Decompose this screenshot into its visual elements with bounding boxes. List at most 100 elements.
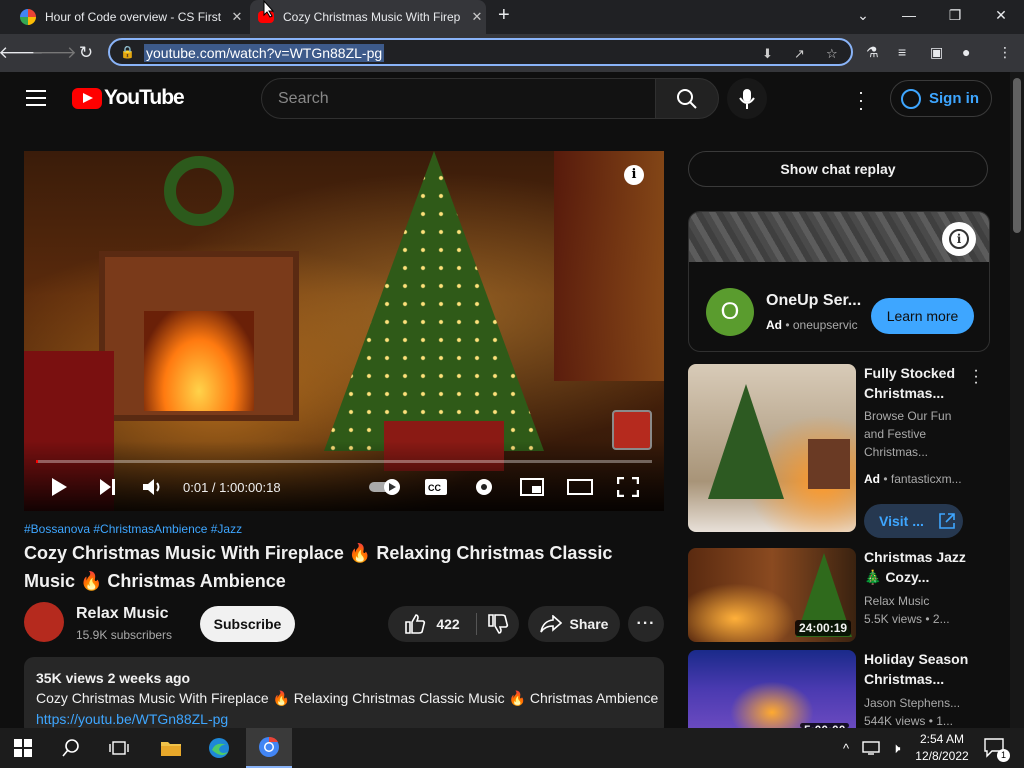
- close-window-icon[interactable]: ✕: [978, 0, 1024, 30]
- url-text[interactable]: youtube.com/watch?v=WTGn88ZL-pg: [144, 44, 385, 62]
- video-player[interactable]: [24, 151, 664, 511]
- install-icon[interactable]: ⬇: [762, 46, 773, 62]
- recommended-title[interactable]: Fully Stocked Christmas...: [864, 363, 974, 403]
- recommended-description: Browse Our Fun and Festive Christmas...: [864, 409, 952, 459]
- svg-text:CC: CC: [428, 483, 441, 493]
- reload-icon[interactable]: ↻: [75, 42, 97, 64]
- taskbar-clock[interactable]: 2:54 AM 12/8/2022: [912, 731, 972, 765]
- captions-button[interactable]: CC: [423, 474, 449, 500]
- google-icon: [20, 9, 36, 25]
- miniplayer-button[interactable]: [519, 474, 545, 500]
- more-actions-button[interactable]: ···: [628, 606, 664, 642]
- start-button[interactable]: [0, 728, 46, 768]
- subscribe-button[interactable]: Subscribe: [200, 606, 295, 642]
- tab-youtube-active[interactable]: Cozy Christmas Music With Firep ✕: [250, 0, 486, 34]
- share-page-icon[interactable]: ↗: [794, 46, 805, 62]
- back-icon[interactable]: 🡐: [0, 42, 44, 64]
- subscriber-count: 15.9K subscribers: [76, 628, 173, 642]
- new-tab-button[interactable]: +: [498, 4, 510, 27]
- channel-name[interactable]: Relax Music: [76, 605, 168, 623]
- theater-icon: [567, 479, 593, 495]
- bookmark-star-icon[interactable]: ☆: [826, 46, 838, 62]
- recommended-meta: 544K views • 1...: [864, 714, 953, 728]
- recommended-meta: 5.5K views • 2...: [864, 612, 950, 626]
- task-view-button[interactable]: [96, 728, 142, 768]
- youtube-logo-icon[interactable]: [72, 88, 102, 109]
- like-button[interactable]: 422: [388, 606, 476, 642]
- settings-more-icon[interactable]: · · ·: [855, 83, 867, 117]
- ad-info-button[interactable]: i: [942, 222, 976, 256]
- time-display: 0:01 / 1:00:00:18: [183, 480, 281, 495]
- tab-search-icon[interactable]: ⌄: [840, 0, 886, 30]
- sign-in-button[interactable]: Sign in: [890, 80, 992, 117]
- hamburger-menu-icon[interactable]: [26, 90, 46, 111]
- progress-fill: [36, 460, 38, 463]
- window: [554, 151, 664, 381]
- channel-watermark[interactable]: [612, 410, 652, 450]
- recommended-title[interactable]: Christmas Jazz 🎄 Cozy...: [864, 547, 974, 587]
- settings-button[interactable]: [471, 474, 497, 500]
- volume-tray-icon[interactable]: 🕨: [884, 728, 908, 768]
- share-icon: [539, 615, 562, 633]
- info-icon[interactable]: i: [624, 165, 644, 185]
- recommended-channel[interactable]: Jason Stephens...: [864, 694, 984, 712]
- recommended-thumbnail[interactable]: [688, 364, 856, 532]
- item-menu-icon[interactable]: · · ·: [970, 363, 982, 391]
- recommended-title[interactable]: Holiday Season Christmas...: [864, 649, 974, 689]
- dislike-button[interactable]: [477, 606, 519, 642]
- lock-icon[interactable]: 🔒: [120, 45, 135, 59]
- learn-more-button[interactable]: Learn more: [871, 298, 974, 334]
- tab-cs-first[interactable]: Hour of Code overview - CS First ✕: [10, 0, 246, 34]
- forward-icon[interactable]: 🡒: [31, 42, 77, 64]
- browser-menu-icon[interactable]: ⋮: [998, 44, 1012, 61]
- description-link[interactable]: https://youtu.be/WTGn88ZL-pg: [36, 711, 228, 727]
- sign-in-label: Sign in: [929, 90, 979, 107]
- folder-icon: [161, 742, 181, 756]
- autoplay-icon: [369, 479, 400, 495]
- ad-label: Ad: [766, 318, 782, 332]
- search-input[interactable]: Search: [261, 78, 656, 119]
- microphone-icon: [739, 88, 755, 109]
- close-tab-icon[interactable]: ✕: [228, 9, 246, 25]
- progress-bar[interactable]: [36, 460, 652, 463]
- show-chat-replay-button[interactable]: Show chat replay: [688, 151, 988, 187]
- search-button[interactable]: [655, 78, 719, 119]
- network-icon[interactable]: [858, 728, 884, 768]
- address-bar[interactable]: 🔒 youtube.com/watch?v=WTGn88ZL-pg ⬇ ↗ ☆: [108, 38, 853, 66]
- next-button[interactable]: [94, 474, 120, 500]
- chrome-icon: [259, 736, 279, 757]
- recommended-thumbnail[interactable]: [688, 650, 856, 728]
- autoplay-toggle[interactable]: [367, 474, 403, 500]
- volume-button[interactable]: [140, 474, 166, 500]
- visit-site-button[interactable]: Visit ...: [864, 504, 963, 538]
- extension-flask-icon[interactable]: ⚗: [866, 44, 879, 61]
- side-panel-icon[interactable]: ▣: [930, 44, 943, 61]
- like-count: 422: [436, 616, 460, 632]
- show-hidden-icons[interactable]: ^: [834, 728, 858, 768]
- description-box[interactable]: 35K views 2 weeks ago Cozy Christmas Mus…: [24, 657, 664, 737]
- channel-avatar[interactable]: [24, 602, 64, 642]
- restore-icon[interactable]: ❐: [932, 0, 978, 30]
- play-button[interactable]: [46, 474, 72, 500]
- media-queue-icon[interactable]: ≡: [898, 44, 906, 60]
- chrome-taskbar-button[interactable]: [246, 728, 292, 768]
- fullscreen-button[interactable]: [615, 474, 641, 500]
- theater-mode-button[interactable]: [566, 474, 594, 500]
- advertiser-logo[interactable]: O: [706, 288, 754, 336]
- scrollbar-thumb[interactable]: [1013, 78, 1021, 233]
- voice-search-button[interactable]: [727, 78, 767, 119]
- ad-label: Ad: [864, 472, 880, 486]
- recommended-channel[interactable]: Relax Music: [864, 592, 984, 610]
- notification-center[interactable]: 1: [980, 728, 1010, 768]
- share-button[interactable]: Share: [528, 606, 620, 642]
- minimize-icon[interactable]: —: [886, 0, 932, 30]
- profile-icon[interactable]: ●: [962, 44, 970, 60]
- youtube-logo-text[interactable]: YouTube: [104, 86, 185, 110]
- advertiser-name: OneUp Ser...: [766, 292, 861, 309]
- ad-card[interactable]: i O OneUp Ser... Ad • oneupservic Learn …: [688, 211, 990, 352]
- edge-button[interactable]: [196, 728, 242, 768]
- close-tab-icon[interactable]: ✕: [468, 9, 486, 25]
- taskbar-search-button[interactable]: [48, 728, 94, 768]
- hashtags[interactable]: #Bossanova #ChristmasAmbience #Jazz: [24, 522, 242, 536]
- file-explorer-button[interactable]: [148, 728, 194, 768]
